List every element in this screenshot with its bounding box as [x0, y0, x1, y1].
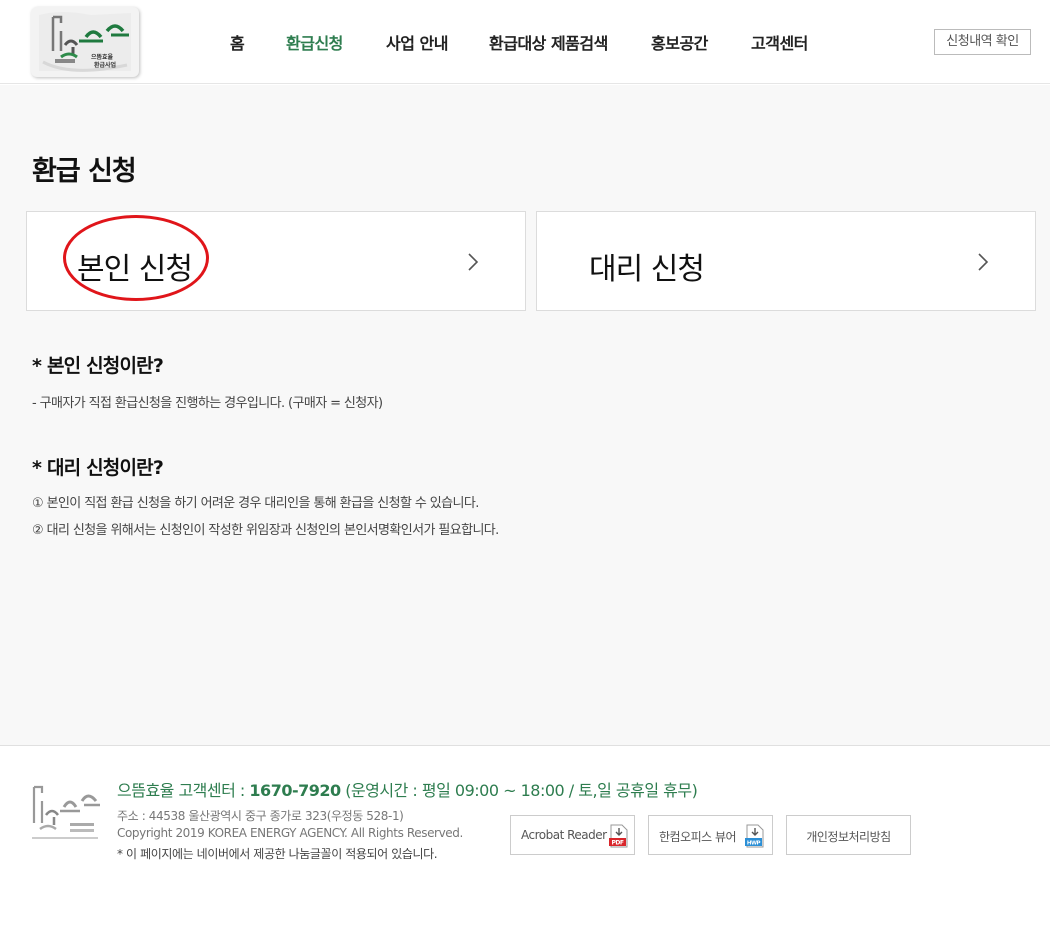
hancom-viewer-button[interactable]: 한컴오피스 뷰어 HWP [648, 815, 773, 855]
cs-hours: (운영시간 : 평일 09:00 ~ 18:00 / 토,일 공휴일 휴무) [345, 781, 698, 800]
footer-logo [32, 785, 100, 839]
proxy-apply-description-2: ② 대리 신청을 위해서는 신청인이 작성한 위임장과 신청인의 본인서명확인서… [32, 523, 499, 538]
proxy-apply-heading: * 대리 신청이란? [32, 457, 164, 479]
logo-text-2: 환급사업 [94, 62, 117, 69]
pdf-badge-text: PDF [612, 840, 624, 847]
page-title: 환급 신청 [32, 156, 137, 187]
privacy-policy-label: 개인정보처리방침 [806, 830, 891, 844]
cs-label: 으뜸효율 고객센터 : [117, 781, 245, 800]
footer-address: 주소 : 44538 울산광역시 중구 종가로 323(우정동 528-1) [117, 809, 404, 823]
nav-product-search[interactable]: 환급대상 제품검색 [489, 30, 608, 54]
nav-refund-apply[interactable]: 환급신청 [286, 30, 343, 54]
site-footer: 으뜸효율 고객센터 : 1670-7920 (운영시간 : 평일 09:00 ~… [0, 745, 1050, 931]
acrobat-reader-button[interactable]: Acrobat Reader PDF [510, 815, 635, 855]
nav-promotion[interactable]: 홍보공간 [651, 30, 708, 54]
customer-center-info: 으뜸효율 고객센터 : 1670-7920 (운영시간 : 평일 09:00 ~… [117, 777, 698, 801]
self-apply-description: - 구매자가 직접 환급신청을 진행하는 경우입니다. (구매자 = 신청자) [32, 396, 383, 411]
pdf-download-icon: PDF [609, 824, 628, 848]
self-apply-card[interactable]: 본인 신청 [26, 211, 526, 311]
hwp-badge-text: HWP [747, 841, 761, 847]
acrobat-reader-label: Acrobat Reader [521, 828, 607, 842]
check-application-button[interactable]: 신청내역 확인 [934, 29, 1031, 55]
chevron-right-icon [468, 253, 479, 271]
proxy-apply-card[interactable]: 대리 신청 [536, 211, 1036, 311]
chevron-right-icon [978, 253, 989, 271]
self-apply-heading: * 본인 신청이란? [32, 355, 164, 377]
proxy-apply-label: 대리 신청 [589, 252, 705, 287]
privacy-policy-button[interactable]: 개인정보처리방침 [786, 815, 911, 855]
hancom-viewer-label: 한컴오피스 뷰어 [659, 830, 737, 844]
logo-graphic [39, 12, 131, 72]
main-content: 환급 신청 본인 신청 대리 신청 * 본인 신청이란? - 구매자가 직접 환… [0, 85, 1050, 745]
self-apply-label: 본인 신청 [77, 252, 193, 287]
footer-copyright: Copyright 2019 KOREA ENERGY AGENCY. All … [117, 826, 463, 840]
nav-business-info[interactable]: 사업 안내 [386, 30, 448, 54]
hwp-download-icon: HWP [745, 824, 764, 848]
footer-font-note: * 이 페이지에는 네이버에서 제공한 나눔글꼴이 적용되어 있습니다. [117, 847, 438, 861]
proxy-apply-description-1: ① 본인이 직접 환급 신청을 하기 어려운 경우 대리인을 통해 환급을 신청… [32, 496, 479, 511]
nav-customer-center[interactable]: 고객센터 [751, 30, 808, 54]
site-header: 으뜸효율 환급사업 홈 환급신청 사업 안내 환급대상 제품검색 홍보공간 고객… [0, 0, 1050, 84]
cs-phone: 1670-7920 [249, 781, 341, 800]
nav-home[interactable]: 홈 [230, 30, 245, 54]
site-logo[interactable]: 으뜸효율 환급사업 [31, 7, 139, 77]
